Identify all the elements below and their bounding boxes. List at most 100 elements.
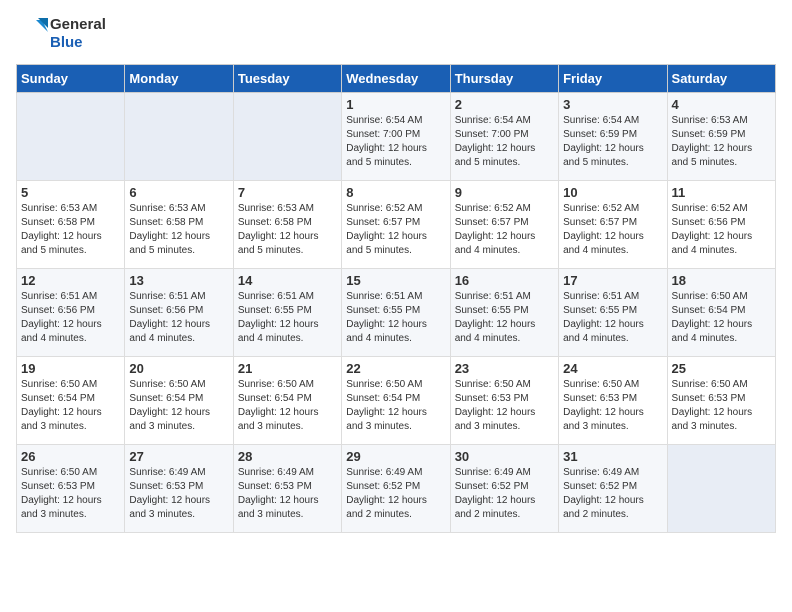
day-number: 17 bbox=[563, 273, 662, 288]
day-detail: Sunrise: 6:53 AM Sunset: 6:59 PM Dayligh… bbox=[672, 114, 771, 170]
calendar-week-row: 12 Sunrise: 6:51 AM Sunset: 6:56 PM Dayli… bbox=[17, 269, 776, 357]
day-number: 13 bbox=[129, 273, 228, 288]
calendar-cell: 11 Sunrise: 6:52 AM Sunset: 6:56 PM Dayli… bbox=[667, 181, 775, 269]
calendar-cell: 12 Sunrise: 6:51 AM Sunset: 6:56 PM Dayli… bbox=[17, 269, 125, 357]
day-detail: Sunrise: 6:51 AM Sunset: 6:56 PM Dayligh… bbox=[129, 290, 228, 346]
day-detail: Sunrise: 6:50 AM Sunset: 6:54 PM Dayligh… bbox=[346, 378, 445, 434]
day-detail: Sunrise: 6:52 AM Sunset: 6:57 PM Dayligh… bbox=[346, 202, 445, 258]
day-number: 5 bbox=[21, 185, 120, 200]
day-number: 12 bbox=[21, 273, 120, 288]
day-detail: Sunrise: 6:54 AM Sunset: 6:59 PM Dayligh… bbox=[563, 114, 662, 170]
calendar-cell: 4Sunrise: 6:53 AM Sunset: 6:59 PM Daylig… bbox=[667, 93, 775, 181]
day-detail: Sunrise: 6:51 AM Sunset: 6:55 PM Dayligh… bbox=[563, 290, 662, 346]
logo-text: General Blue bbox=[50, 16, 106, 52]
calendar-cell: 21Sunrise: 6:50 AM Sunset: 6:54 PM Dayli… bbox=[233, 357, 341, 445]
logo-container: General Blue bbox=[16, 16, 106, 52]
weekday-header: Wednesday bbox=[342, 65, 450, 93]
day-number: 7 bbox=[238, 185, 337, 200]
day-detail: Sunrise: 6:54 AM Sunset: 7:00 PM Dayligh… bbox=[455, 114, 554, 170]
weekday-header-row: SundayMondayTuesdayWednesdayThursdayFrid… bbox=[17, 65, 776, 93]
day-detail: Sunrise: 6:49 AM Sunset: 6:53 PM Dayligh… bbox=[129, 466, 228, 522]
day-number: 3 bbox=[563, 97, 662, 112]
day-number: 22 bbox=[346, 361, 445, 376]
calendar-week-row: 19 Sunrise: 6:50 AM Sunset: 6:54 PM Dayli… bbox=[17, 357, 776, 445]
day-detail: Sunrise: 6:51 AM Sunset: 6:55 PM Dayligh… bbox=[455, 290, 554, 346]
day-detail: Sunrise: 6:50 AM Sunset: 6:53 PM Dayligh… bbox=[672, 378, 771, 434]
calendar-cell: 2 Sunrise: 6:54 AM Sunset: 7:00 PM Daylig… bbox=[450, 93, 558, 181]
day-number: 6 bbox=[129, 185, 228, 200]
calendar-table: SundayMondayTuesdayWednesdayThursdayFrid… bbox=[16, 64, 776, 533]
calendar-cell: 31 Sunrise: 6:49 AM Sunset: 6:52 PM Dayli… bbox=[559, 445, 667, 533]
weekday-header: Thursday bbox=[450, 65, 558, 93]
calendar-cell: 23 Sunrise: 6:50 AM Sunset: 6:53 PM Dayli… bbox=[450, 357, 558, 445]
calendar-cell: 9 Sunrise: 6:52 AM Sunset: 6:57 PM Daylig… bbox=[450, 181, 558, 269]
weekday-header: Friday bbox=[559, 65, 667, 93]
calendar-cell: 13 Sunrise: 6:51 AM Sunset: 6:56 PM Dayli… bbox=[125, 269, 233, 357]
day-detail: Sunrise: 6:50 AM Sunset: 6:54 PM Dayligh… bbox=[21, 378, 120, 434]
day-number: 9 bbox=[455, 185, 554, 200]
day-number: 18 bbox=[672, 273, 771, 288]
calendar-cell: 15Sunrise: 6:51 AM Sunset: 6:55 PM Dayli… bbox=[342, 269, 450, 357]
calendar-cell: 26 Sunrise: 6:50 AM Sunset: 6:53 PM Dayli… bbox=[17, 445, 125, 533]
calendar-cell: 1 Sunrise: 6:54 AM Sunset: 7:00 PM Daylig… bbox=[342, 93, 450, 181]
day-detail: Sunrise: 6:50 AM Sunset: 6:54 PM Dayligh… bbox=[672, 290, 771, 346]
page-header: General Blue bbox=[16, 16, 776, 52]
day-detail: Sunrise: 6:52 AM Sunset: 6:56 PM Dayligh… bbox=[672, 202, 771, 258]
day-number: 20 bbox=[129, 361, 228, 376]
calendar-cell: 20 Sunrise: 6:50 AM Sunset: 6:54 PM Dayli… bbox=[125, 357, 233, 445]
weekday-header: Monday bbox=[125, 65, 233, 93]
calendar-cell bbox=[17, 93, 125, 181]
day-detail: Sunrise: 6:49 AM Sunset: 6:52 PM Dayligh… bbox=[563, 466, 662, 522]
calendar-cell: 10 Sunrise: 6:52 AM Sunset: 6:57 PM Dayli… bbox=[559, 181, 667, 269]
day-number: 28 bbox=[238, 449, 337, 464]
calendar-cell: 14 Sunrise: 6:51 AM Sunset: 6:55 PM Dayli… bbox=[233, 269, 341, 357]
calendar-cell: 6 Sunrise: 6:53 AM Sunset: 6:58 PM Daylig… bbox=[125, 181, 233, 269]
calendar-cell: 5 Sunrise: 6:53 AM Sunset: 6:58 PM Daylig… bbox=[17, 181, 125, 269]
day-detail: Sunrise: 6:51 AM Sunset: 6:56 PM Dayligh… bbox=[21, 290, 120, 346]
day-detail: Sunrise: 6:53 AM Sunset: 6:58 PM Dayligh… bbox=[129, 202, 228, 258]
day-number: 21 bbox=[238, 361, 337, 376]
logo: General Blue bbox=[16, 16, 106, 52]
day-detail: Sunrise: 6:54 AM Sunset: 7:00 PM Dayligh… bbox=[346, 114, 445, 170]
calendar-week-row: 26 Sunrise: 6:50 AM Sunset: 6:53 PM Dayli… bbox=[17, 445, 776, 533]
calendar-cell: 24 Sunrise: 6:50 AM Sunset: 6:53 PM Dayli… bbox=[559, 357, 667, 445]
weekday-header: Saturday bbox=[667, 65, 775, 93]
day-number: 10 bbox=[563, 185, 662, 200]
day-number: 23 bbox=[455, 361, 554, 376]
calendar-week-row: 5 Sunrise: 6:53 AM Sunset: 6:58 PM Daylig… bbox=[17, 181, 776, 269]
calendar-cell bbox=[125, 93, 233, 181]
calendar-cell: 25Sunrise: 6:50 AM Sunset: 6:53 PM Dayli… bbox=[667, 357, 775, 445]
calendar-cell: 7 Sunrise: 6:53 AM Sunset: 6:58 PM Daylig… bbox=[233, 181, 341, 269]
calendar-week-row: 1 Sunrise: 6:54 AM Sunset: 7:00 PM Daylig… bbox=[17, 93, 776, 181]
calendar-cell: 27Sunrise: 6:49 AM Sunset: 6:53 PM Dayli… bbox=[125, 445, 233, 533]
day-number: 31 bbox=[563, 449, 662, 464]
day-detail: Sunrise: 6:51 AM Sunset: 6:55 PM Dayligh… bbox=[238, 290, 337, 346]
calendar-cell: 3 Sunrise: 6:54 AM Sunset: 6:59 PM Daylig… bbox=[559, 93, 667, 181]
day-number: 30 bbox=[455, 449, 554, 464]
calendar-cell: 22 Sunrise: 6:50 AM Sunset: 6:54 PM Dayli… bbox=[342, 357, 450, 445]
day-number: 1 bbox=[346, 97, 445, 112]
weekday-header: Tuesday bbox=[233, 65, 341, 93]
day-number: 24 bbox=[563, 361, 662, 376]
day-number: 2 bbox=[455, 97, 554, 112]
day-number: 19 bbox=[21, 361, 120, 376]
day-detail: Sunrise: 6:50 AM Sunset: 6:54 PM Dayligh… bbox=[129, 378, 228, 434]
calendar-cell: 17 Sunrise: 6:51 AM Sunset: 6:55 PM Dayli… bbox=[559, 269, 667, 357]
day-number: 11 bbox=[672, 185, 771, 200]
day-detail: Sunrise: 6:52 AM Sunset: 6:57 PM Dayligh… bbox=[563, 202, 662, 258]
day-detail: Sunrise: 6:49 AM Sunset: 6:53 PM Dayligh… bbox=[238, 466, 337, 522]
day-detail: Sunrise: 6:50 AM Sunset: 6:53 PM Dayligh… bbox=[563, 378, 662, 434]
calendar-cell: 29Sunrise: 6:49 AM Sunset: 6:52 PM Dayli… bbox=[342, 445, 450, 533]
day-detail: Sunrise: 6:52 AM Sunset: 6:57 PM Dayligh… bbox=[455, 202, 554, 258]
calendar-cell: 28 Sunrise: 6:49 AM Sunset: 6:53 PM Dayli… bbox=[233, 445, 341, 533]
day-detail: Sunrise: 6:53 AM Sunset: 6:58 PM Dayligh… bbox=[238, 202, 337, 258]
day-number: 14 bbox=[238, 273, 337, 288]
day-detail: Sunrise: 6:50 AM Sunset: 6:53 PM Dayligh… bbox=[21, 466, 120, 522]
day-number: 16 bbox=[455, 273, 554, 288]
day-detail: Sunrise: 6:53 AM Sunset: 6:58 PM Dayligh… bbox=[21, 202, 120, 258]
weekday-header: Sunday bbox=[17, 65, 125, 93]
calendar-cell bbox=[667, 445, 775, 533]
day-number: 15 bbox=[346, 273, 445, 288]
day-number: 26 bbox=[21, 449, 120, 464]
day-detail: Sunrise: 6:50 AM Sunset: 6:53 PM Dayligh… bbox=[455, 378, 554, 434]
